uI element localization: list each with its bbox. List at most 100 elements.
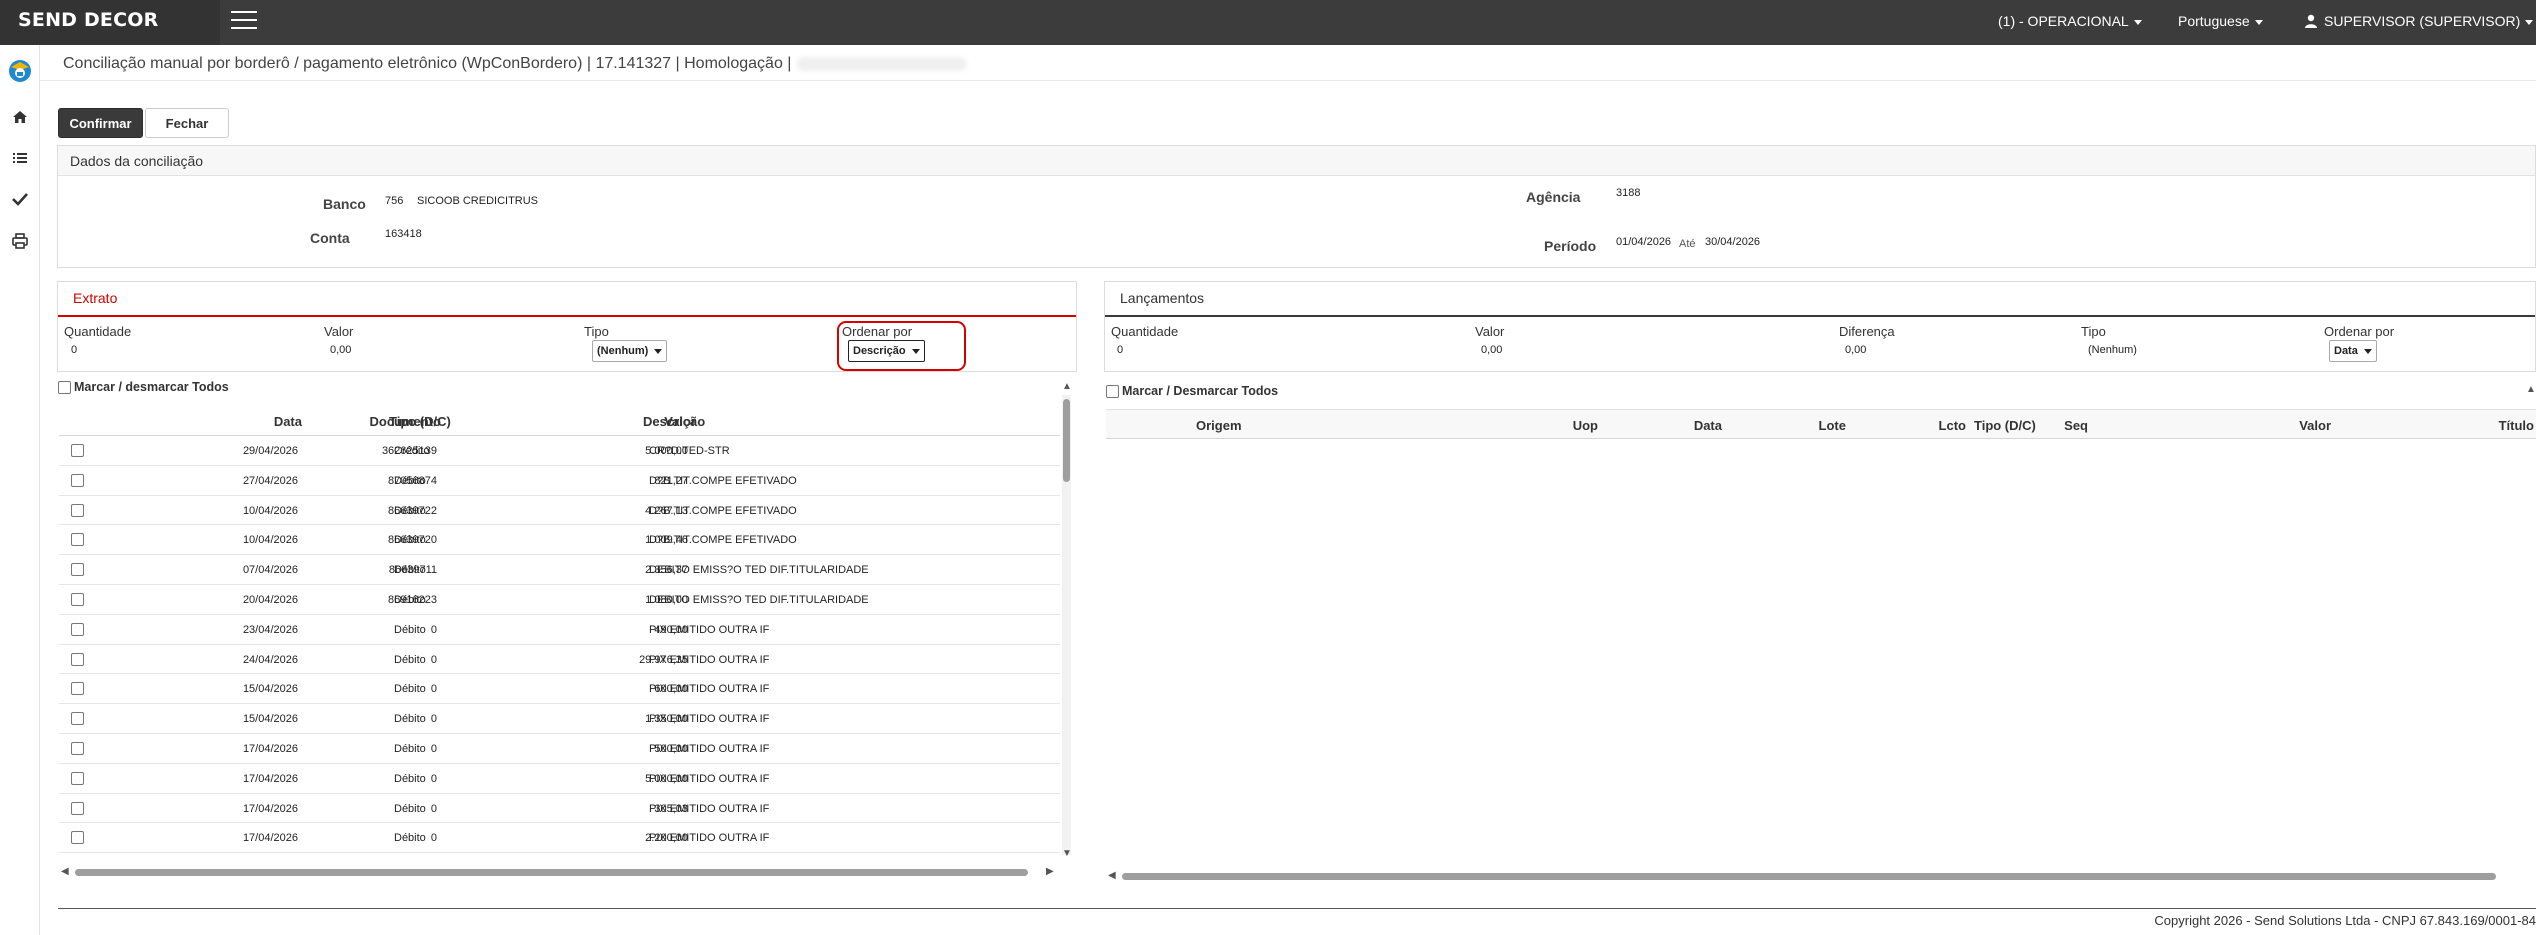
row-checkbox[interactable] <box>71 712 84 726</box>
row-checkbox[interactable] <box>71 503 84 517</box>
row-checkbox[interactable] <box>71 742 84 755</box>
list-icon[interactable] <box>10 148 30 168</box>
table-row[interactable]: 10/04/2026 86639720 Débito 1.009,46 D?B.TIT.… <box>59 525 1060 556</box>
col-lcto[interactable]: Lcto <box>1939 418 1966 433</box>
col-uop[interactable]: Uop <box>1573 418 1598 433</box>
scroll-right-icon[interactable]: ▶ <box>1046 866 1054 877</box>
scroll-up-icon[interactable]: ▲ <box>2526 384 2536 395</box>
col-tipo[interactable]: Tipo (D/C) <box>1974 418 2036 433</box>
chevron-down-icon <box>2254 19 2263 25</box>
row-date: 15/04/2026 <box>242 713 298 726</box>
user-menu[interactable]: SUPERVISOR (SUPERVISOR) <box>2304 0 2534 45</box>
table-row[interactable]: 15/04/2026 0 Débito 600,00 PIX EMITIDO OUTRA… <box>59 674 1060 705</box>
confirm-button[interactable]: Confirmar <box>58 108 143 138</box>
lanc-order-select[interactable]: Data <box>2329 340 2377 362</box>
brand-logo[interactable]: SEND DECOR <box>0 0 220 45</box>
col-valor[interactable]: Valor <box>2299 418 2331 433</box>
check-icon[interactable] <box>10 189 30 209</box>
lanc-order-selected: Data <box>2334 345 2358 357</box>
period-label: Período <box>1544 238 1597 254</box>
row-checkbox[interactable] <box>71 771 84 785</box>
extrato-vertical-thumb[interactable] <box>1063 399 1070 482</box>
row-description: PIX EMITIDO OUTRA IF <box>649 832 770 845</box>
col-descricao[interactable]: Descrição <box>643 414 705 429</box>
lanc-horizontal-thumb[interactable] <box>1122 873 2496 880</box>
extrato-type-selected: (Nenhum) <box>597 345 649 357</box>
row-checkbox[interactable] <box>71 801 84 815</box>
row-description: PIX EMITIDO OUTRA IF <box>649 683 770 696</box>
lancamentos-panel: Lançamentos Quantidade 0 Valor 0,00 Dife… <box>1104 281 2536 372</box>
table-row[interactable]: 17/04/2026 0 Débito 5.000,00 PIX EMITIDO OUT… <box>59 764 1060 794</box>
table-row[interactable]: 27/04/2026 87056874 Débito 821,27 D?B.TIT.CO… <box>59 466 1060 496</box>
extrato-toggle-all-checkbox[interactable] <box>58 381 71 394</box>
table-row[interactable]: 29/04/2026 362625139 Crédito 5.000,00 CR?D.T… <box>59 436 1060 466</box>
bank-code: 756 <box>385 195 404 207</box>
row-document: 0 <box>430 832 437 845</box>
sidebar <box>0 45 40 935</box>
row-description: PIX EMITIDO OUTRA IF <box>649 653 770 666</box>
user-icon <box>2305 14 2317 28</box>
table-row[interactable]: 10/04/2026 86639722 Débito 4.267,13 D?B.TIT.… <box>59 496 1060 526</box>
language-menu[interactable]: Portuguese <box>2178 0 2263 45</box>
table-row[interactable]: 07/04/2026 86639711 Débito 2.356,37 DEBITO E… <box>59 555 1060 585</box>
extrato-heading: Extrato <box>58 282 1076 317</box>
lanc-toggle-all-checkbox[interactable] <box>1106 385 1119 398</box>
app-logo-icon[interactable] <box>7 57 33 83</box>
row-checkbox[interactable] <box>71 652 84 666</box>
row-date: 10/04/2026 <box>242 534 298 547</box>
row-checkbox[interactable] <box>71 563 84 577</box>
table-row[interactable]: 17/04/2026 0 Débito 2.200,00 PIX EMITIDO OUT… <box>59 823 1060 854</box>
account-value: 163418 <box>385 228 422 240</box>
row-checkbox[interactable] <box>71 682 84 696</box>
home-icon[interactable] <box>10 107 30 127</box>
col-seq[interactable]: Seq <box>2064 418 2088 433</box>
scroll-up-icon[interactable]: ▲ <box>1062 381 1072 392</box>
extrato-table: Data Documento Tipo (D/C) Valor Descriçã… <box>59 407 1060 856</box>
col-data[interactable]: Data <box>1694 418 1722 433</box>
lanc-type-label: Tipo <box>2081 324 2106 339</box>
row-checkbox[interactable] <box>71 622 84 636</box>
col-tipo[interactable]: Tipo (D/C) <box>389 414 451 429</box>
col-data[interactable]: Data <box>274 414 302 429</box>
row-document: 0 <box>430 713 437 726</box>
language-menu-label: Portuguese <box>2178 13 2250 29</box>
row-description: DEBITO EMISS?O TED DIF.TITULARIDADE <box>649 564 869 577</box>
extrato-type-select[interactable]: (Nenhum) <box>592 340 668 362</box>
scroll-left-icon[interactable]: ◀ <box>1108 870 1116 881</box>
lanc-value-label: Valor <box>1475 324 1505 339</box>
row-checkbox[interactable] <box>71 444 84 457</box>
extrato-horizontal-thumb[interactable] <box>75 869 1028 876</box>
operational-menu[interactable]: (1) - OPERACIONAL <box>1998 0 2142 45</box>
scroll-left-icon[interactable]: ◀ <box>61 866 69 877</box>
row-type: Débito <box>394 832 426 845</box>
table-row[interactable]: 17/04/2026 0 Débito 305,03 PIX EMITIDO OUTRA… <box>59 794 1060 824</box>
col-origem[interactable]: Origem <box>1196 418 1242 433</box>
conciliation-panel: Dados da conciliação Banco 756 SICOOB CR… <box>57 145 2536 268</box>
table-row[interactable]: 15/04/2026 0 Débito 1.350,00 PIX EMITIDO OUT… <box>59 704 1060 734</box>
row-checkbox[interactable] <box>71 593 84 606</box>
extrato-quantity-label: Quantidade <box>64 324 132 339</box>
row-checkbox[interactable] <box>71 831 84 845</box>
row-date: 10/04/2026 <box>242 504 298 517</box>
lanc-difference-label: Diferença <box>1839 324 1895 339</box>
col-titulo[interactable]: Título <box>2499 418 2534 433</box>
table-row[interactable]: 20/04/2026 86916223 Débito 1.080,00 DEBITO E… <box>59 585 1060 615</box>
scroll-down-icon[interactable]: ▼ <box>1062 848 1072 859</box>
close-button[interactable]: Fechar <box>145 108 229 138</box>
period-start: 01/04/2026 <box>1616 236 1672 248</box>
table-row[interactable]: 24/04/2026 0 Débito 29.976,35 PIX EMITIDO OU… <box>59 645 1060 675</box>
row-description: PIX EMITIDO OUTRA IF <box>649 772 770 785</box>
row-description: PIX EMITIDO OUTRA IF <box>649 743 770 755</box>
row-description: D?B.TIT.COMPE EFETIVADO <box>649 534 797 547</box>
row-document: 0 <box>430 623 437 636</box>
row-date: 23/04/2026 <box>242 623 298 636</box>
table-row[interactable]: 17/04/2026 0 Débito 500,00 PIX EMITIDO OUTRA… <box>59 734 1060 764</box>
print-icon[interactable] <box>10 231 30 251</box>
hamburger-menu-icon[interactable] <box>231 11 257 31</box>
row-date: 27/04/2026 <box>242 474 298 487</box>
table-row[interactable]: 23/04/2026 0 Débito 490,00 PIX EMITIDO OUTRA… <box>59 615 1060 645</box>
row-checkbox[interactable] <box>71 473 84 487</box>
row-checkbox[interactable] <box>71 533 84 547</box>
col-lote[interactable]: Lote <box>1819 418 1846 433</box>
chevron-down-icon <box>654 348 663 354</box>
